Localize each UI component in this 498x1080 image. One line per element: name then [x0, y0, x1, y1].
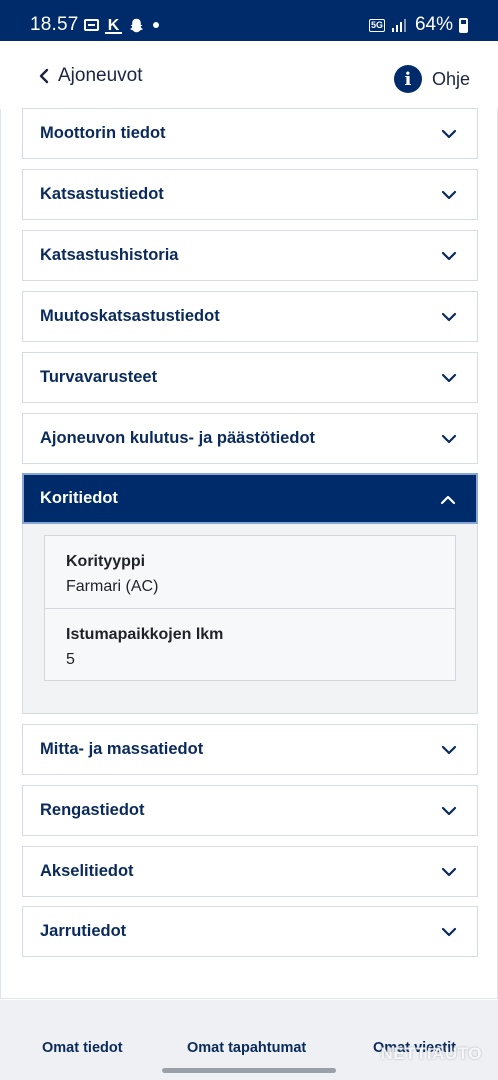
accordion-label: Mitta- ja massatiedot — [40, 740, 204, 758]
accordion-turvavarusteet[interactable]: Turvavarusteet — [22, 352, 478, 403]
watermark: NETTIAUTO — [380, 1044, 482, 1063]
k-app-icon: K — [105, 17, 122, 34]
detail-value: Farmari (AC) — [66, 578, 159, 595]
accordion-label: Koritiedot — [40, 489, 118, 507]
notification-icons: K — [84, 15, 159, 35]
battery-percent: 64% — [414, 14, 453, 35]
chevron-down-icon — [441, 129, 457, 139]
chevron-left-icon — [39, 68, 49, 84]
chevron-down-icon — [441, 927, 457, 937]
accordion-koritiedot[interactable]: Koritiedot — [22, 473, 478, 524]
more-notifications-icon — [153, 22, 159, 28]
chevron-down-icon — [441, 806, 457, 816]
chevron-down-icon — [441, 434, 457, 444]
detail-value: 5 — [66, 651, 75, 668]
network-type-icon: 5G — [368, 18, 385, 32]
chevron-down-icon — [441, 251, 457, 261]
accordion-mitta-ja-massatiedot[interactable]: Mitta- ja massatiedot — [22, 724, 478, 775]
accordion-jarrutiedot[interactable]: Jarrutiedot — [22, 906, 478, 957]
home-indicator[interactable] — [162, 1068, 336, 1073]
detail-key: Korityyppi — [66, 553, 146, 570]
system-icons: 5G 64% — [368, 14, 468, 36]
chevron-up-icon — [440, 495, 456, 505]
info-icon: i — [393, 65, 422, 93]
chevron-down-icon — [441, 373, 457, 383]
accordion-label: Muutoskatsastustiedot — [40, 307, 220, 325]
nav-omat-tiedot[interactable]: Omat tiedot — [42, 1040, 123, 1056]
accordion-label: Jarrutiedot — [40, 922, 127, 940]
accordion-label: Moottorin tiedot — [40, 124, 166, 142]
detail-row-korityyppi: Korityyppi Farmari (AC) — [45, 536, 455, 608]
koritiedot-details: Korityyppi Farmari (AC) Istumapaikkojen … — [44, 535, 456, 681]
chevron-down-icon — [441, 312, 457, 322]
help-label: Ohje — [431, 68, 470, 89]
accordion-label: Rengastiedot — [40, 801, 145, 819]
back-label: Ajoneuvot — [58, 65, 143, 86]
accordion-moottorin-tiedot[interactable]: Moottorin tiedot — [22, 108, 478, 159]
help-button[interactable]: i Ohje — [393, 65, 470, 93]
accordion-label: Katsastushistoria — [40, 246, 179, 264]
accordion-katsastustiedot[interactable]: Katsastustiedot — [22, 169, 478, 220]
accordion-label: Turvavarusteet — [40, 368, 158, 386]
bottom-nav: Omat tiedot Omat tapahtumat Omat viestit… — [0, 1000, 498, 1080]
accordion-label: Katsastustiedot — [40, 185, 164, 203]
accordion-label: Ajoneuvon kulutus- ja päästötiedot — [40, 429, 316, 447]
status-bar: 18.57 K 5G 64% — [0, 0, 498, 41]
back-button[interactable]: Ajoneuvot — [38, 65, 143, 87]
accordion-katsastushistoria[interactable]: Katsastushistoria — [22, 230, 478, 281]
accordion-rengastiedot[interactable]: Rengastiedot — [22, 785, 478, 836]
signal-icon — [391, 19, 406, 32]
chevron-down-icon — [441, 190, 457, 200]
accordion-kulutus-ja-paastotiedot[interactable]: Ajoneuvon kulutus- ja päästötiedot — [22, 413, 478, 464]
status-time: 18.57 — [30, 14, 79, 35]
nav-omat-tapahtumat[interactable]: Omat tapahtumat — [187, 1040, 306, 1056]
chevron-down-icon — [441, 745, 457, 755]
battery-icon — [459, 17, 468, 33]
chevron-down-icon — [441, 867, 457, 877]
accordion-akselitiedot[interactable]: Akselitiedot — [22, 846, 478, 897]
koritiedot-panel: Korityyppi Farmari (AC) Istumapaikkojen … — [22, 524, 478, 714]
accordion-muutoskatsastustiedot[interactable]: Muutoskatsastustiedot — [22, 291, 478, 342]
vehicle-details-content: Moottorin tiedot Katsastustiedot Katsast… — [0, 108, 498, 999]
app-header: Ajoneuvot i Ohje — [0, 41, 498, 109]
detail-key: Istumapaikkojen lkm — [66, 626, 224, 643]
message-icon — [84, 19, 99, 31]
detail-row-istumapaikkojen-lkm: Istumapaikkojen lkm 5 — [45, 608, 455, 680]
snapchat-icon — [129, 18, 144, 32]
accordion-label: Akselitiedot — [40, 862, 134, 880]
